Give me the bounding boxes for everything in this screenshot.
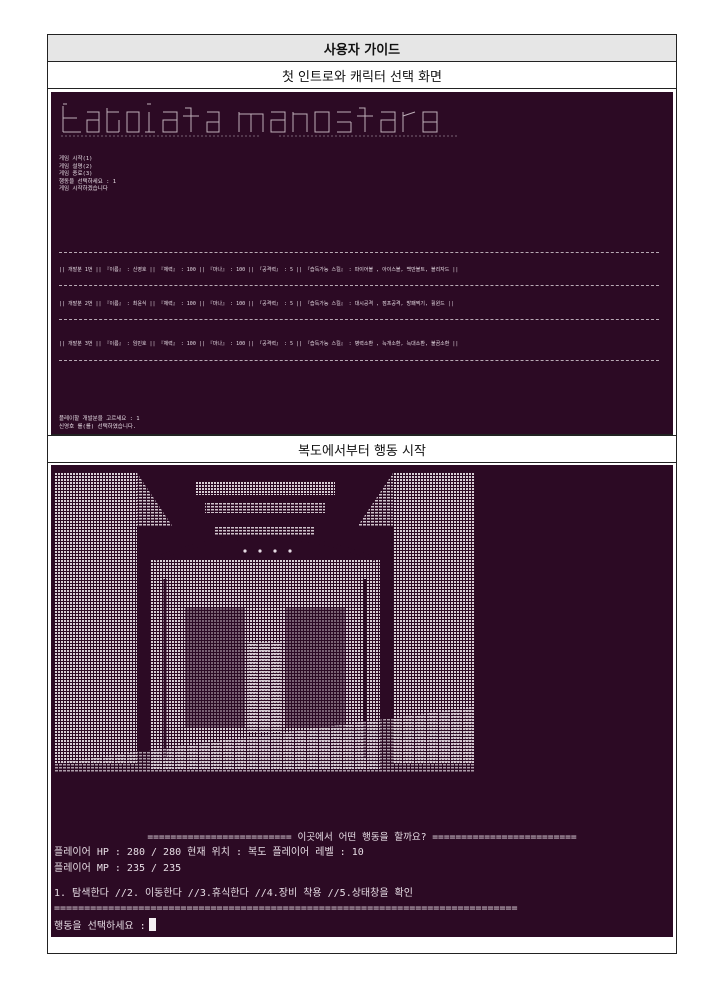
text-cursor	[148, 918, 156, 931]
menu-line: 게임 시작(1)	[59, 156, 93, 162]
input-prompt: 행동을 선택하세요 :	[54, 921, 146, 932]
prompt-line: 플레이할 개발분을 고르세요 : 1	[59, 416, 140, 422]
player-hp-line: 플레이어 HP : 280 / 280 현재 위치 : 복도 플레이어 레벨 :…	[54, 847, 364, 858]
menu-line: 게임 종료(3)	[59, 171, 93, 178]
prompt-line: 신영호 를(를) 선택하였습니다.	[59, 424, 137, 430]
corridor-terminal-screenshot: ========================= 이곳에서 어떤 행동을 할까…	[51, 465, 673, 937]
character-prompt: 플레이할 개발분을 고르세요 : 1 신영호 를(를) 선택하였습니다.	[59, 415, 140, 431]
menu-line: 게임 시작하겠습니다	[59, 186, 108, 193]
guide-title: 사용자 가이드	[48, 35, 676, 62]
divider	[59, 285, 659, 286]
divider	[59, 319, 659, 320]
action-input-line[interactable]: 행동을 선택하세요 :	[54, 917, 156, 932]
developer-row: || 개발분 1번 || 『이름』 : 신영호 || 『체력』 : 100 ||…	[59, 267, 459, 273]
section-corridor-title: 복도에서부터 행동 시작	[48, 435, 676, 463]
intro-menu: 게임 시작(1) 게임 설명(2) 게임 종료(3) 행동을 선택하세요 : 1…	[59, 156, 116, 194]
developer-row: || 개발분 2번 || 『이름』 : 최윤식 || 『체력』 : 100 ||…	[59, 301, 454, 307]
divider	[59, 360, 659, 361]
ascii-art-corridor	[55, 473, 475, 772]
ascii-art-logo	[61, 103, 459, 137]
divider: ========================================…	[54, 903, 518, 914]
developer-row: || 개발분 3번 || 『이름』 : 임민호 || 『체력』 : 100 ||…	[59, 341, 459, 347]
divider	[59, 252, 659, 253]
section-intro-title: 첫 인트로와 캐릭터 선택 화면	[48, 62, 676, 89]
intro-terminal-screenshot: 게임 시작(1) 게임 설명(2) 게임 종료(3) 행동을 선택하세요 : 1…	[51, 92, 673, 435]
user-guide-table: 사용자 가이드 첫 인트로와 캐릭터 선택 화면 게임 시작(1) 게임 설명(…	[47, 34, 677, 954]
player-mp-line: 플레이어 MP : 235 / 235	[54, 863, 182, 874]
action-options: 1. 탐색한다 //2. 이동한다 //3.휴식한다 //4.장비 착용 //5…	[54, 888, 413, 899]
action-question: ========================= 이곳에서 어떤 행동을 할까…	[147, 832, 577, 843]
